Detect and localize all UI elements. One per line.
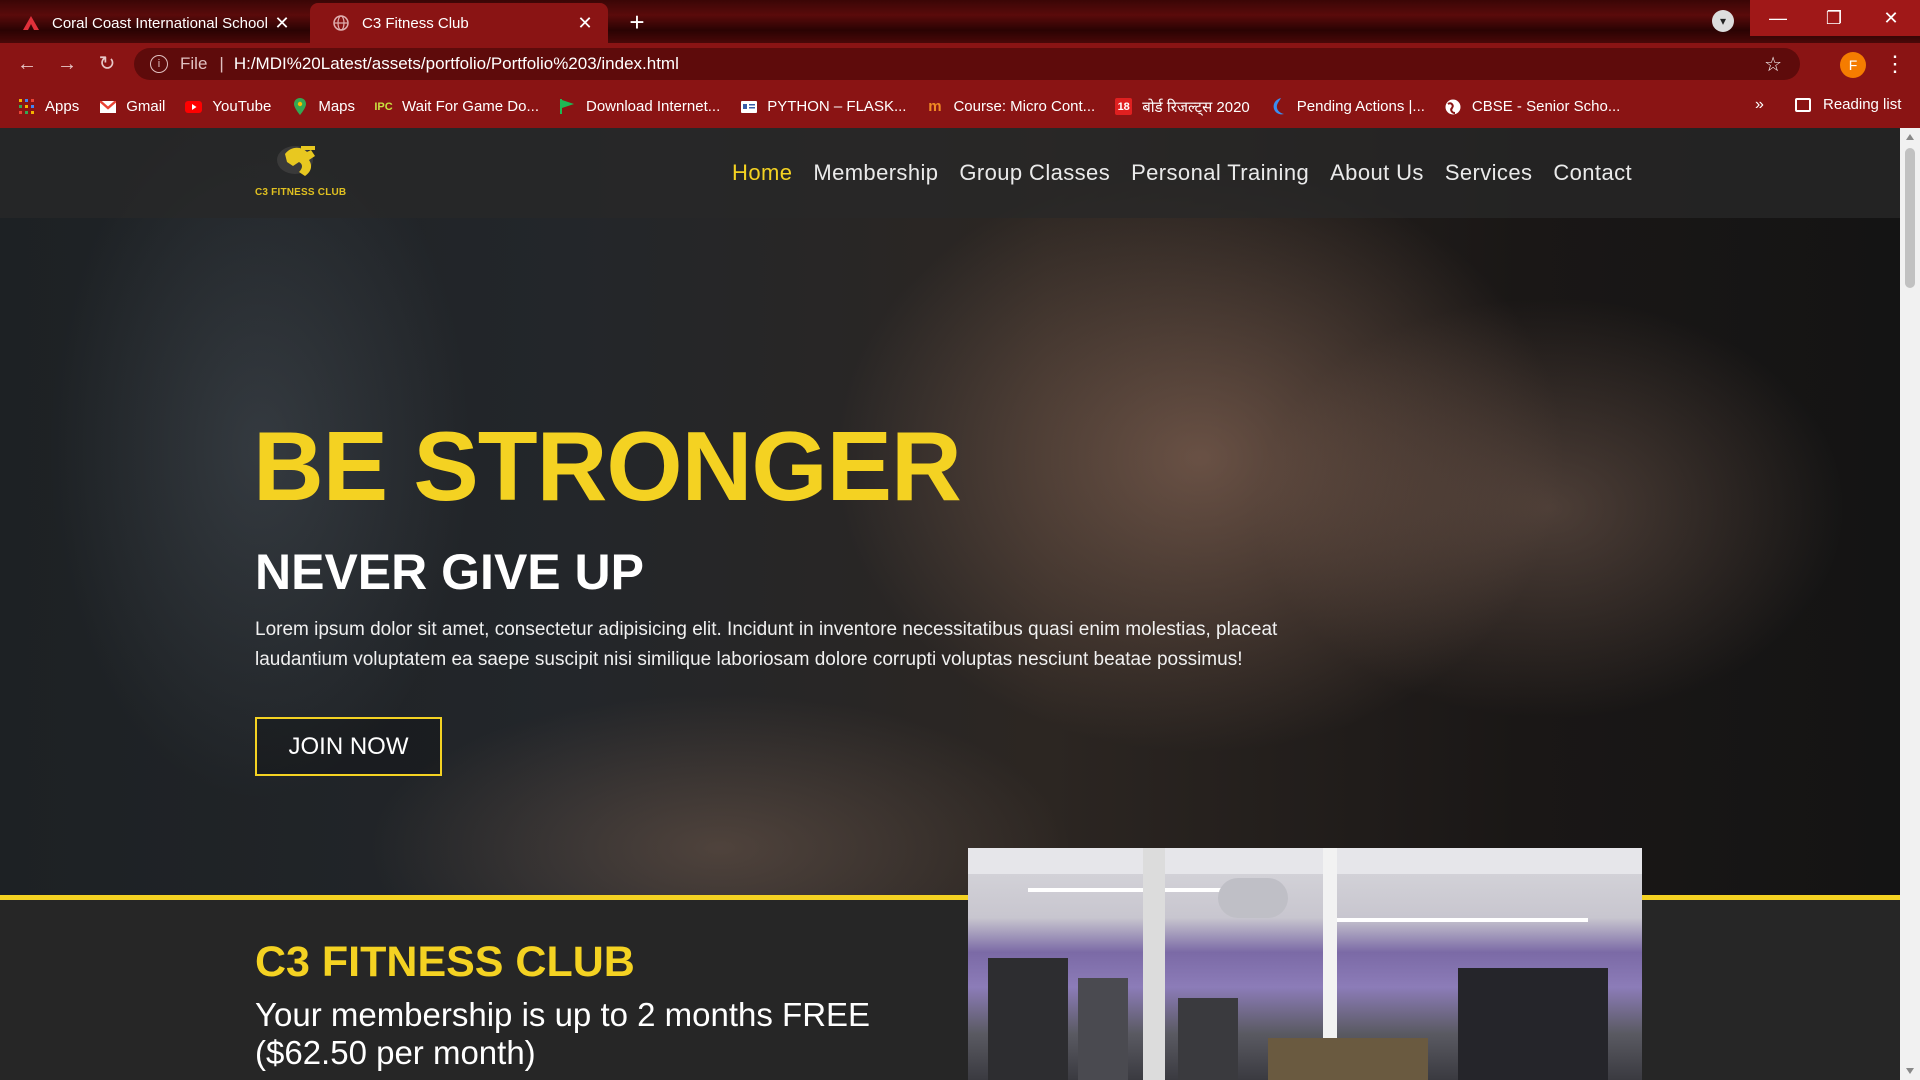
nav-about-us[interactable]: About Us	[1330, 160, 1424, 186]
news18-icon: 18	[1115, 98, 1133, 115]
bookmark-label: PYTHON – FLASK...	[767, 98, 907, 115]
bookmark-python-flask[interactable]: PYTHON – FLASK...	[740, 98, 906, 115]
ceiling	[968, 848, 1642, 874]
bookmark-youtube[interactable]: YouTube	[185, 98, 271, 115]
gym-interior-image	[968, 848, 1642, 1080]
bookmarks-overflow-button[interactable]: »	[1755, 96, 1764, 114]
bookmark-label: YouTube	[212, 98, 272, 115]
bookmark-label: Apps	[45, 98, 80, 115]
bookmark-label: Download Internet...	[586, 98, 721, 115]
logo-text: C3 FITNESS CLUB	[255, 187, 347, 198]
scrollbar-thumb[interactable]	[1905, 148, 1915, 288]
forward-arrow-icon[interactable]: →	[54, 51, 80, 77]
bookmark-label: Wait For Game Do...	[402, 98, 539, 115]
join-now-button[interactable]: JOIN NOW	[255, 717, 442, 776]
hero-headline: BE STRONGER	[253, 411, 962, 521]
nav-membership[interactable]: Membership	[813, 160, 938, 186]
bookmark-label: Course: Micro Cont...	[953, 98, 1096, 115]
hero-paragraph: Lorem ipsum dolor sit amet, consectetur …	[255, 619, 1278, 670]
pillar	[1143, 848, 1165, 1080]
tab-c3-fitness[interactable]: C3 Fitness Club ✕	[310, 3, 608, 43]
tab-title: Coral Coast International School	[52, 14, 268, 32]
site-header: C3 FITNESS CLUB Home Membership Group Cl…	[0, 128, 1900, 218]
restore-button[interactable]: ❐	[1806, 0, 1862, 36]
flag-icon	[559, 98, 576, 115]
bookmark-label: Pending Actions |...	[1296, 98, 1425, 115]
gym-machine	[1078, 978, 1128, 1080]
hero-section: C3 FITNESS CLUB Home Membership Group Cl…	[0, 128, 1900, 895]
profile-avatar[interactable]: F	[1840, 52, 1866, 78]
nav-home[interactable]: Home	[732, 160, 792, 186]
url-text[interactable]: H:/MDI%20Latest/assets/portfolio/Portfol…	[234, 54, 679, 74]
power-rack	[1458, 968, 1608, 1080]
gym-machine	[988, 958, 1068, 1080]
ipc-icon: IPC	[374, 100, 393, 113]
browser-title-bar: Coral Coast International School ✕ C3 Fi…	[0, 0, 1920, 43]
gmail-icon	[99, 98, 116, 115]
dumbbell-flex-icon	[277, 146, 315, 176]
menu-kebab-icon[interactable]: ⋮	[1884, 51, 1906, 77]
gym-machine	[1178, 998, 1238, 1080]
scroll-down-arrow-icon[interactable]	[1906, 1068, 1914, 1074]
duct	[1218, 878, 1288, 918]
close-tab-icon[interactable]: ✕	[576, 13, 594, 34]
globe-icon	[1445, 98, 1462, 115]
apps-grid-icon	[18, 98, 35, 115]
address-bar[interactable]: i File | H:/MDI%20Latest/assets/portfoli…	[134, 48, 1800, 80]
tab-search-icon[interactable]: ▾	[1712, 10, 1734, 32]
page-scrollbar[interactable]	[1900, 128, 1920, 1080]
bookmark-board-results[interactable]: 18 बोर्ड रिजल्ट्स 2020	[1115, 97, 1250, 117]
bookmark-wait-for-game[interactable]: IPC Wait For Game Do...	[374, 98, 539, 115]
nav-group-classes[interactable]: Group Classes	[959, 160, 1110, 186]
bookmark-download-internet[interactable]: Download Internet...	[559, 98, 720, 115]
bookmark-cbse[interactable]: CBSE - Senior Scho...	[1445, 98, 1620, 115]
bookmarks-bar: Apps Gmail YouTube Maps IPC Wait For Gam…	[0, 85, 1920, 128]
browser-toolbar: ← → ↻ i File | H:/MDI%20Latest/assets/po…	[0, 43, 1920, 85]
bookmark-gmail[interactable]: Gmail	[99, 98, 165, 115]
new-tab-button[interactable]: +	[622, 8, 652, 38]
id-card-icon	[740, 98, 757, 115]
scheme-label: File	[180, 54, 208, 73]
youtube-icon	[185, 98, 203, 115]
bookmark-label: बोर्ड रिजल्ट्स 2020	[1142, 98, 1250, 116]
nav-services[interactable]: Services	[1445, 160, 1533, 186]
bookmark-apps[interactable]: Apps	[18, 98, 79, 115]
close-tab-icon[interactable]: ✕	[273, 13, 291, 34]
club-title: C3 FITNESS CLUB	[255, 938, 635, 986]
info-icon[interactable]: i	[150, 55, 168, 73]
back-arrow-icon[interactable]: ←	[14, 51, 40, 77]
reading-list-label: Reading list	[1823, 96, 1902, 113]
main-nav: Home Membership Group Classes Personal T…	[732, 160, 1632, 186]
scroll-up-arrow-icon[interactable]	[1906, 134, 1914, 140]
tab-title: C3 Fitness Club	[362, 14, 469, 32]
hero-subheadline: NEVER GIVE UP	[255, 544, 644, 600]
bookmark-pending-actions[interactable]: Pending Actions |...	[1270, 98, 1425, 115]
ceiling-light	[1328, 918, 1588, 922]
nav-personal-training[interactable]: Personal Training	[1131, 160, 1309, 186]
reception-area	[1268, 1038, 1428, 1080]
school-icon	[22, 14, 40, 32]
bookmark-star-icon[interactable]: ☆	[1764, 52, 1782, 77]
nav-contact[interactable]: Contact	[1553, 160, 1632, 186]
m-logo-icon: m	[928, 98, 942, 115]
minimize-button[interactable]: —	[1750, 0, 1806, 36]
page-viewport: C3 FITNESS CLUB Home Membership Group Cl…	[0, 128, 1900, 1080]
bookmark-micro-controller[interactable]: m Course: Micro Cont...	[926, 98, 1095, 115]
reading-list-button[interactable]: Reading list	[1795, 96, 1901, 113]
separator: |	[219, 54, 224, 73]
bookmark-label: Gmail	[126, 98, 166, 115]
bookmark-label: Maps	[318, 98, 356, 115]
tab-coral-coast[interactable]: Coral Coast International School ✕	[0, 3, 305, 43]
site-logo[interactable]: C3 FITNESS CLUB	[255, 142, 347, 204]
reading-list-icon	[1795, 97, 1811, 112]
membership-offer: Your membership is up to 2 months FREE (…	[255, 996, 871, 1071]
maps-pin-icon	[291, 98, 308, 115]
reload-icon[interactable]: ↻	[94, 51, 120, 77]
crescent-icon	[1270, 98, 1287, 115]
bookmark-maps[interactable]: Maps	[291, 98, 355, 115]
close-window-button[interactable]: ✕	[1862, 0, 1920, 36]
globe-icon	[332, 14, 350, 32]
bookmark-label: CBSE - Senior Scho...	[1471, 98, 1621, 115]
